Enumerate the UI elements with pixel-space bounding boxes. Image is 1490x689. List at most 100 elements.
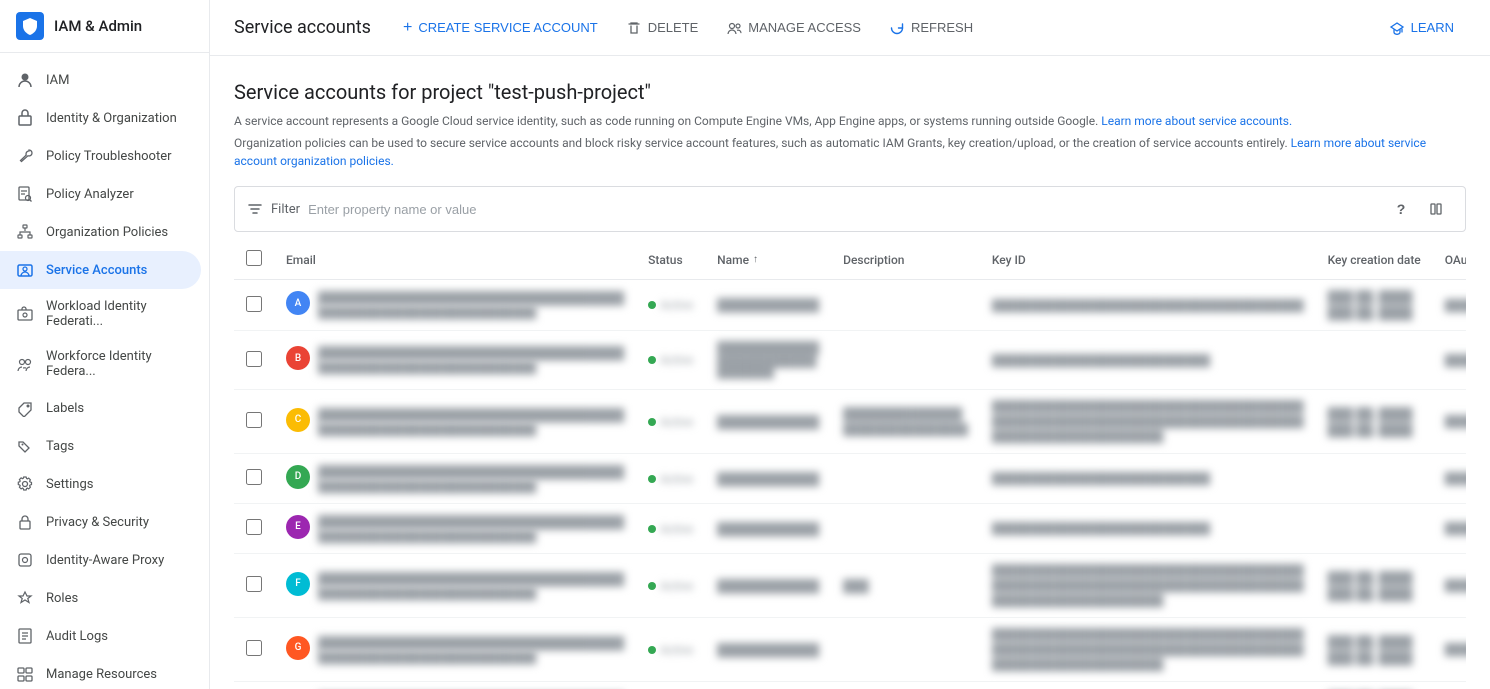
manage-icon — [16, 665, 34, 683]
manage-access-button[interactable]: MANAGE ACCESS — [714, 12, 873, 44]
avatar: D — [286, 465, 310, 489]
name-cell: ████████████ — [717, 522, 819, 536]
status-badge: Active — [648, 298, 693, 312]
th-desc-label: Description — [843, 253, 904, 267]
row-checkbox[interactable] — [246, 412, 262, 428]
email-link[interactable]: ████████████████████████████████████ — [318, 346, 624, 360]
status-dot — [648, 525, 656, 533]
sidebar-item-iam[interactable]: IAM — [0, 61, 201, 99]
sidebar-item-identity-org[interactable]: Identity & Organization — [0, 99, 201, 137]
proxy-icon — [16, 551, 34, 569]
sidebar-item-label: Roles — [46, 591, 78, 606]
desc1-link[interactable]: Learn more about service accounts. — [1101, 114, 1292, 128]
status-label: Active — [660, 643, 693, 657]
search-doc-icon — [16, 185, 34, 203]
sidebar-item-service-accounts[interactable]: Service Accounts — [0, 251, 201, 289]
roles-icon — [16, 589, 34, 607]
sidebar-item-label: Organization Policies — [46, 225, 168, 240]
people-icon — [726, 20, 742, 36]
th-email-label: Email — [286, 253, 316, 267]
row-checkbox[interactable] — [246, 351, 262, 367]
email-link[interactable]: ████████████████████████████████████ — [318, 291, 624, 305]
sidebar-item-workforce-identity[interactable]: Workforce Identity Federa... — [0, 339, 201, 389]
sidebar-nav: IAM Identity & Organization Policy Troub… — [0, 53, 209, 689]
th-oauth2-client-id: OAuth 2 Client ID ? — [1433, 240, 1466, 280]
oauth-cell: ████████████████████████ — [1445, 354, 1466, 367]
email-link[interactable]: ████████████████████████████████████ — [318, 636, 624, 650]
sidebar-item-policy-troubleshooter[interactable]: Policy Troubleshooter — [0, 137, 201, 175]
graduation-icon — [1389, 20, 1405, 36]
table-row: B ████████████████████████████████████ █… — [234, 331, 1466, 390]
sidebar-item-labels[interactable]: Labels — [0, 389, 201, 427]
email-link[interactable]: ████████████████████████████████████ — [318, 572, 624, 586]
filter-label: Filter — [271, 202, 300, 217]
refresh-button[interactable]: REFRESH — [877, 12, 985, 44]
oauth-cell: ████████████████████████ — [1445, 643, 1466, 656]
email-link[interactable]: ████████████████████████████████████ — [318, 515, 624, 529]
th-key-id: Key ID — [980, 240, 1316, 280]
email-sub: ████████████████████████████ — [318, 423, 536, 436]
page-heading: Service accounts for project "test-push-… — [234, 80, 1466, 104]
help-circle-icon: ? — [1397, 201, 1406, 217]
description-cell: ███ — [843, 579, 869, 593]
learn-button[interactable]: LEARN — [1377, 12, 1466, 44]
row-checkbox[interactable] — [246, 296, 262, 312]
sidebar-item-label: Privacy & Security — [46, 515, 149, 530]
email-link[interactable]: ████████████████████████████████████ — [318, 465, 624, 479]
filter-input[interactable] — [308, 202, 1377, 217]
sidebar-item-policy-analyzer[interactable]: Policy Analyzer — [0, 175, 201, 213]
sidebar-item-label: Identity-Aware Proxy — [46, 553, 164, 568]
filter-bar: Filter ? — [234, 186, 1466, 232]
sidebar-item-label: Policy Troubleshooter — [46, 149, 172, 164]
sidebar-item-workload-identity[interactable]: Workload Identity Federati... — [0, 289, 201, 339]
key-id-cell: ████████████████████████████████████████… — [992, 628, 1304, 671]
status-badge: Active — [648, 643, 693, 657]
help-button[interactable]: ? — [1385, 193, 1417, 225]
gear-icon — [16, 475, 34, 493]
sidebar-item-manage-resources[interactable]: Manage Resources — [0, 655, 201, 689]
label-icon — [16, 399, 34, 417]
topbar: Service accounts + CREATE SERVICE ACCOUN… — [210, 0, 1490, 56]
manage-access-btn-label: MANAGE ACCESS — [748, 20, 861, 35]
sidebar-item-identity-aware-proxy[interactable]: Identity-Aware Proxy — [0, 541, 201, 579]
avatar: B — [286, 346, 310, 370]
app-title: IAM & Admin — [54, 17, 142, 35]
th-name-label: Name — [717, 253, 749, 267]
table-row: F ████████████████████████████████████ █… — [234, 554, 1466, 618]
filter-icon — [247, 201, 263, 217]
org-icon — [16, 223, 34, 241]
sidebar-item-label: Workforce Identity Federa... — [46, 349, 185, 379]
row-checkbox[interactable] — [246, 519, 262, 535]
delete-button[interactable]: DELETE — [614, 12, 711, 44]
sidebar-item-privacy-security[interactable]: Privacy & Security — [0, 503, 201, 541]
create-service-account-button[interactable]: + CREATE SERVICE ACCOUNT — [391, 11, 610, 45]
row-checkbox[interactable] — [246, 576, 262, 592]
th-email: Email — [274, 240, 636, 280]
select-all-checkbox[interactable] — [246, 250, 262, 266]
sidebar-item-org-policies[interactable]: Organization Policies — [0, 213, 201, 251]
service-account-icon — [16, 261, 34, 279]
status-badge: Active — [648, 415, 693, 429]
status-badge: Active — [648, 579, 693, 593]
key-date-cell: ███ ██, ███████ ██, ████ — [1328, 635, 1421, 665]
sidebar-item-tags[interactable]: Tags — [0, 427, 201, 465]
trash-icon — [626, 20, 642, 36]
row-checkbox[interactable] — [246, 640, 262, 656]
sidebar-item-roles[interactable]: Roles — [0, 579, 201, 617]
oauth-cell: ████████████████████████ — [1445, 299, 1466, 312]
row-checkbox[interactable] — [246, 469, 262, 485]
workload-icon — [16, 305, 34, 323]
email-sub: ████████████████████████████ — [318, 361, 536, 374]
tag-icon — [16, 437, 34, 455]
delete-btn-label: DELETE — [648, 20, 699, 35]
name-cell: ████████████ — [717, 579, 819, 593]
status-label: Active — [660, 472, 693, 486]
status-label: Active — [660, 298, 693, 312]
th-oauth-label: OAuth 2 Client ID — [1445, 253, 1466, 267]
desc2-text: Organization policies can be used to sec… — [234, 136, 1288, 150]
email-link[interactable]: ████████████████████████████████████ — [318, 408, 624, 422]
columns-button[interactable] — [1421, 193, 1453, 225]
sidebar-item-settings[interactable]: Settings — [0, 465, 201, 503]
th-name[interactable]: Name ↑ — [705, 240, 831, 280]
sidebar-item-audit-logs[interactable]: Audit Logs — [0, 617, 201, 655]
